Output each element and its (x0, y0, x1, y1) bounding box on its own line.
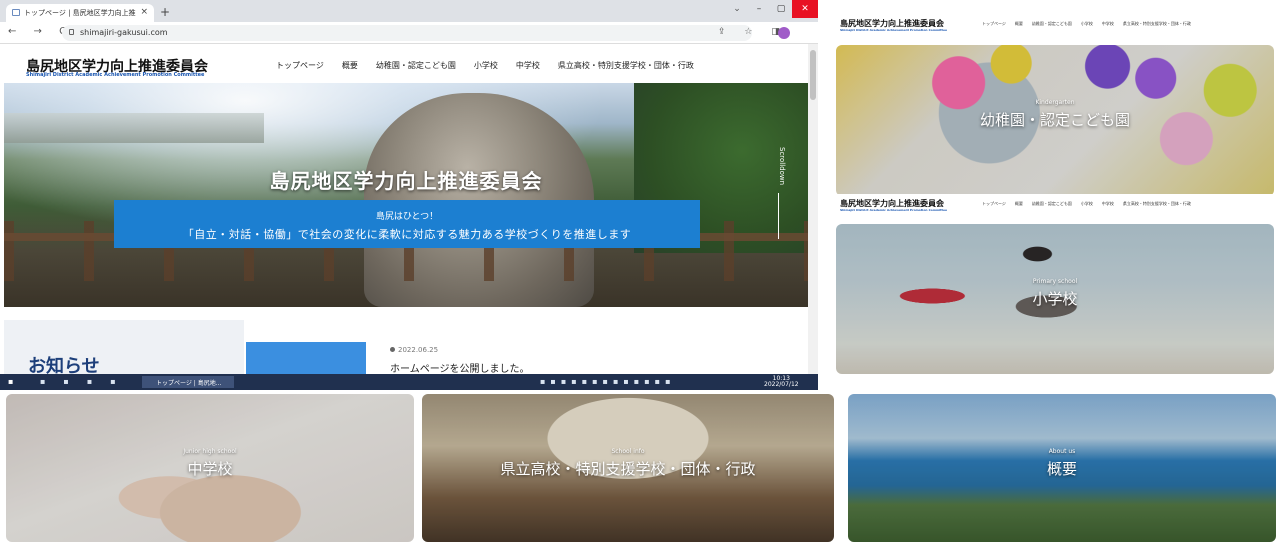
url-input[interactable]: shimajiri-gakusui.com (62, 25, 752, 41)
site-logo-subtitle: Shimajiri District Academic Achievement … (840, 28, 948, 32)
main-nav-mini: トップページ 概要 幼稚園・認定こども園 小学校 中学校 県立高校・特別支援学校… (982, 21, 1191, 27)
news-item-link[interactable]: ホームページを公開しました。 (390, 360, 530, 375)
nav-item-primary[interactable]: 小学校 (1081, 201, 1093, 207)
nav-item-about[interactable]: 概要 (342, 60, 358, 71)
nav-item-junior[interactable]: 中学校 (516, 60, 540, 71)
nav-item-junior[interactable]: 中学校 (1102, 201, 1114, 207)
main-nav-mini: トップページ 概要 幼稚園・認定こども園 小学校 中学校 県立高校・特別支援学校… (982, 201, 1191, 207)
taskbar-browser-app[interactable]: トップページ | 島尻地... (142, 376, 234, 388)
kindergarten-card[interactable]: Kindergarten 幼稚園・認定こども園 (836, 45, 1274, 196)
hero-cityscape (4, 113, 264, 143)
nav-item-top[interactable]: トップページ (276, 60, 324, 71)
nav-item-kindergarten[interactable]: 幼稚園・認定こども園 (376, 60, 456, 71)
card-subtitle: About us (1048, 448, 1076, 455)
profile-avatar[interactable] (778, 27, 790, 39)
window-controls: ⌄ – ▢ ✕ (726, 0, 818, 18)
nav-item-school-info[interactable]: 県立高校・特別支援学校・団体・行政 (1123, 201, 1191, 207)
nav-item-kindergarten[interactable]: 幼稚園・認定こども園 (1032, 21, 1072, 27)
main-nav: トップページ 概要 幼稚園・認定こども園 小学校 中学校 県立高校・特別支援学校… (276, 60, 694, 71)
url-text: shimajiri-gakusui.com (80, 28, 168, 37)
news-date: 2022.06.25 (390, 346, 438, 354)
nav-item-primary[interactable]: 小学校 (474, 60, 498, 71)
news-accent-block (246, 342, 366, 374)
scrollbar-thumb[interactable] (810, 50, 816, 100)
nav-item-school-info[interactable]: 県立高校・特別支援学校・団体・行政 (1123, 21, 1191, 27)
tab-title: トップページ | 島尻地区学力向上推 (24, 9, 136, 17)
minimize-button[interactable]: – (748, 0, 770, 18)
nav-item-about[interactable]: 概要 (1015, 21, 1023, 27)
card-subtitle: Kindergarten (1035, 99, 1075, 106)
lock-icon (69, 29, 74, 35)
browser-tab[interactable]: トップページ | 島尻地区学力向上推 × (6, 4, 154, 22)
new-tab-button[interactable]: + (160, 5, 170, 19)
close-window-button[interactable]: ✕ (792, 0, 818, 18)
taskbar-clock[interactable]: 10:13 2022/07/12 (764, 376, 799, 388)
tab-strip: トップページ | 島尻地区学力向上推 × + ⌄ – ▢ ✕ (0, 0, 818, 22)
nav-item-top[interactable]: トップページ (982, 21, 1006, 27)
start-button-icon[interactable]: ▪ (8, 377, 13, 386)
address-bar-row: ← → C shimajiri-gakusui.com ⇪ ☆ ◨ (0, 22, 818, 44)
about-card[interactable]: About us 概要 (848, 394, 1276, 542)
nav-item-top[interactable]: トップページ (982, 201, 1006, 207)
card-subtitle: School info (611, 448, 645, 455)
close-tab-icon[interactable]: × (140, 7, 148, 17)
nav-item-junior[interactable]: 中学校 (1102, 21, 1114, 27)
nav-item-about[interactable]: 概要 (1015, 201, 1023, 207)
card-title: 県立高校・特別支援学校・団体・行政 (500, 460, 756, 478)
hero-line-2: 「自立・対話・協働」で社会の変化に柔軟に対応する魅力ある学校づくりを推進します (182, 228, 632, 241)
card-title: 幼稚園・認定こども園 (979, 111, 1130, 129)
card-title: 中学校 (187, 460, 233, 478)
news-section: お知らせ 2022.06.25 ホームページを公開しました。 (0, 312, 808, 377)
page-icon (12, 9, 20, 16)
hero-title: 島尻地区学力向上推進委員会 (269, 169, 543, 193)
hero-line-1: 島尻はひとつ！ (375, 212, 439, 222)
card-subtitle: Junior high school (183, 448, 237, 455)
school-info-card[interactable]: School info 県立高校・特別支援学校・団体・行政 (422, 394, 834, 542)
tab-search-icon[interactable]: ⌄ (726, 0, 748, 18)
hero-message-box: 島尻はひとつ！ 「自立・対話・協働」で社会の変化に柔軟に対応する魅力ある学校づく… (114, 200, 700, 248)
site-logo-subtitle: Shimajiri District Academic Achievement … (26, 72, 205, 78)
nav-item-kindergarten[interactable]: 幼稚園・認定こども園 (1032, 201, 1072, 207)
browser-window: トップページ | 島尻地区学力向上推 × + ⌄ – ▢ ✕ ← → C shi… (0, 0, 818, 390)
card-subtitle: Primary school (1032, 278, 1078, 285)
card-title: 概要 (1046, 460, 1077, 478)
site-header: 島尻地区学力向上推進委員会 Shimajiri District Academi… (0, 44, 808, 82)
nav-item-primary[interactable]: 小学校 (1081, 21, 1093, 27)
site-header-mini-1: 島尻地区学力向上推進委員会 Shimajiri District Academi… (836, 14, 1279, 36)
nav-item-school-info[interactable]: 県立高校・特別支援学校・団体・行政 (558, 60, 694, 71)
taskbar-pinned-icons[interactable]: ▪▪▪▪ (40, 377, 134, 386)
primary-school-card[interactable]: Primary school 小学校 (836, 224, 1274, 374)
maximize-button[interactable]: ▢ (770, 0, 792, 18)
system-tray-icons[interactable]: ▪▪▪▪▪▪▪▪▪▪▪▪▪ (540, 377, 675, 386)
scrolldown-line (778, 193, 779, 239)
windows-taskbar: ▪ ▪▪▪▪ トップページ | 島尻地... ▪▪▪▪▪▪▪▪▪▪▪▪▪ 10:… (0, 374, 818, 390)
site-header-mini-2: 島尻地区学力向上推進委員会 Shimajiri District Academi… (836, 194, 1279, 216)
site-logo-subtitle: Shimajiri District Academic Achievement … (840, 208, 948, 212)
clock-icon (390, 347, 395, 352)
hero-section: 島尻地区学力向上推進委員会 島尻はひとつ！ 「自立・対話・協働」で社会の変化に柔… (4, 83, 808, 307)
clock-date: 2022/07/12 (764, 381, 799, 388)
junior-high-card[interactable]: Junior high school 中学校 (6, 394, 414, 542)
news-date-text: 2022.06.25 (398, 346, 439, 354)
card-title: 小学校 (1032, 290, 1078, 308)
